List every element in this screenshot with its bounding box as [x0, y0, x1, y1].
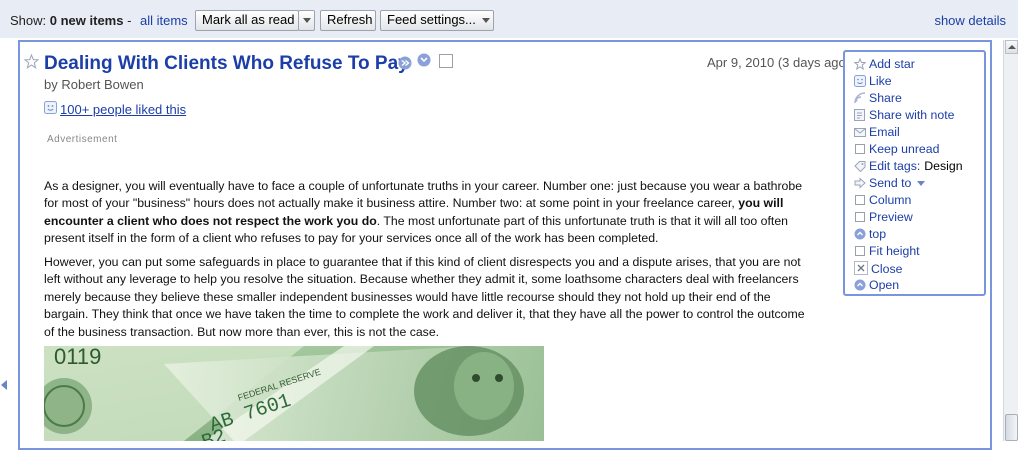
menu-item-label: Share with note — [869, 108, 955, 122]
article-title[interactable]: Dealing With Clients Who Refuse To Pay — [44, 53, 409, 75]
smiley-icon — [854, 75, 866, 87]
paragraph-line: for most of your "business" hours does n… — [44, 195, 844, 212]
tag-icon — [854, 160, 866, 173]
menu-item-label: Preview — [869, 210, 913, 224]
open-link-icon[interactable] — [398, 56, 412, 73]
mark-all-read-label: Mark all as read — [202, 12, 295, 27]
emphasis-text: you will — [738, 196, 784, 211]
menu-item-label: Send to — [869, 176, 912, 190]
menu-item-share-with-note[interactable]: Share with note — [854, 108, 954, 124]
paragraph-line: merely because they believe these smalle… — [44, 289, 771, 304]
menu-item-add-star[interactable]: Add star — [853, 57, 915, 73]
circle-up-icon — [854, 228, 866, 240]
star-icon[interactable] — [23, 53, 40, 72]
share-icon — [854, 92, 866, 104]
paragraph-line: As a designer, you will eventually have … — [44, 179, 803, 193]
paragraph-text: . The most unfortunate part of this unfo… — [376, 213, 789, 228]
paragraph-line: left without any leverage to help you re… — [44, 272, 799, 287]
close-icon — [854, 261, 868, 275]
mark-all-read-button[interactable]: Mark all as read — [195, 10, 299, 31]
refresh-button[interactable]: Refresh — [320, 10, 376, 31]
scroll-up-button[interactable] — [1005, 40, 1018, 54]
article-author: by Robert Bowen — [44, 77, 144, 92]
note-icon — [854, 109, 866, 121]
paragraph-line: encounter a client who does not respect … — [44, 213, 844, 230]
menu-item-label: Close — [871, 262, 903, 276]
menu-item-edit-tags[interactable]: Edit tags: Design — [854, 159, 963, 175]
chevron-down-icon — [481, 18, 490, 24]
select-checkbox[interactable] — [439, 54, 453, 68]
dropdown-circle-icon[interactable] — [417, 53, 431, 70]
tag-value[interactable]: Design — [924, 159, 962, 173]
circle-up-icon — [854, 279, 866, 291]
menu-item-like[interactable]: Like — [854, 74, 892, 90]
show-separator: - — [127, 13, 132, 28]
advertisement-label: Advertisement — [47, 134, 118, 145]
scrollbar-thumb[interactable] — [1005, 414, 1018, 441]
envelope-icon — [854, 126, 866, 138]
menu-item-label: Email — [869, 125, 900, 139]
menu-item-label: Open — [869, 278, 900, 292]
money-illustration: 0119 FEDERAL RESERVE AB 7601 B2 — [44, 346, 544, 441]
bill-corner-text: 0119 — [54, 346, 101, 369]
article-paragraph-1: As a designer, you will eventually have … — [44, 178, 844, 248]
menu-item-send-to[interactable]: Send to — [854, 176, 926, 192]
menu-item-fit-height[interactable]: Fit height — [854, 244, 920, 260]
toolbar: Show: 0 new items - all items Mark all a… — [0, 0, 1018, 38]
menu-item-label: Share — [869, 91, 902, 105]
star-icon — [853, 57, 867, 71]
mark-all-read-dropdown[interactable] — [298, 10, 315, 31]
all-items-link[interactable]: all items — [140, 13, 188, 28]
menu-item-label: Add star — [869, 57, 915, 71]
arrow-right-icon — [854, 177, 866, 189]
emphasis-text: encounter a client who does not respect … — [44, 213, 377, 228]
paragraph-line: present itself in the form of a client w… — [44, 231, 659, 246]
menu-item-label: Fit height — [869, 244, 920, 258]
menu-item-keep-unread[interactable]: Keep unread — [854, 142, 939, 158]
menu-item-share[interactable]: Share — [854, 91, 902, 107]
menu-item-label: Column — [869, 193, 912, 207]
checkbox-icon — [854, 245, 866, 257]
feed-settings-button[interactable]: Feed settings... — [380, 10, 494, 31]
menu-item-label: top — [869, 227, 887, 241]
menu-item-top[interactable]: top — [854, 227, 886, 243]
money-image: 0119 FEDERAL RESERVE AB 7601 B2 — [44, 346, 544, 441]
vertical-scrollbar[interactable] — [1003, 40, 1018, 441]
paragraph-line: However, you can put some safeguards in … — [44, 255, 801, 269]
show-filter: Show: 0 new items - — [10, 13, 131, 28]
menu-item-email[interactable]: Email — [854, 125, 900, 141]
chevron-down-icon — [303, 18, 311, 23]
paragraph-line: bargain. They think that once we have ta… — [44, 307, 805, 322]
menu-item-open[interactable]: Open — [854, 278, 899, 294]
paragraph-line: of the business transaction. But now mor… — [44, 324, 440, 339]
checkbox-icon — [854, 143, 866, 155]
smiley-icon — [44, 101, 57, 117]
menu-item-column[interactable]: Column — [854, 193, 911, 209]
article-paragraph-2: However, you can put some safeguards in … — [44, 254, 844, 341]
collapse-arrow-icon[interactable] — [1, 380, 7, 390]
menu-item-label: Edit tags: — [869, 159, 921, 173]
menu-item-close[interactable]: Close — [854, 261, 902, 277]
refresh-label: Refresh — [327, 12, 373, 27]
new-items-count[interactable]: 0 new items — [50, 13, 124, 28]
show-details-link[interactable]: show details — [934, 13, 1006, 28]
menu-item-label: Like — [869, 74, 892, 88]
checkbox-icon — [854, 211, 866, 223]
paragraph-text: for most of your "business" hours does n… — [44, 196, 735, 211]
show-label: Show: — [10, 13, 47, 28]
checkbox-icon — [854, 194, 866, 206]
chevron-down-icon — [917, 181, 926, 186]
menu-item-preview[interactable]: Preview — [854, 210, 913, 226]
liked-link[interactable]: 100+ people liked this — [60, 102, 186, 117]
arrow-up-icon — [1008, 45, 1016, 49]
article-actions-menu: Add star Like Share Share with note Emai… — [843, 50, 986, 296]
article-date: Apr 9, 2010 (3 days ago) — [707, 55, 851, 70]
feed-settings-label: Feed settings... — [387, 12, 476, 27]
menu-item-label: Keep unread — [869, 142, 940, 156]
